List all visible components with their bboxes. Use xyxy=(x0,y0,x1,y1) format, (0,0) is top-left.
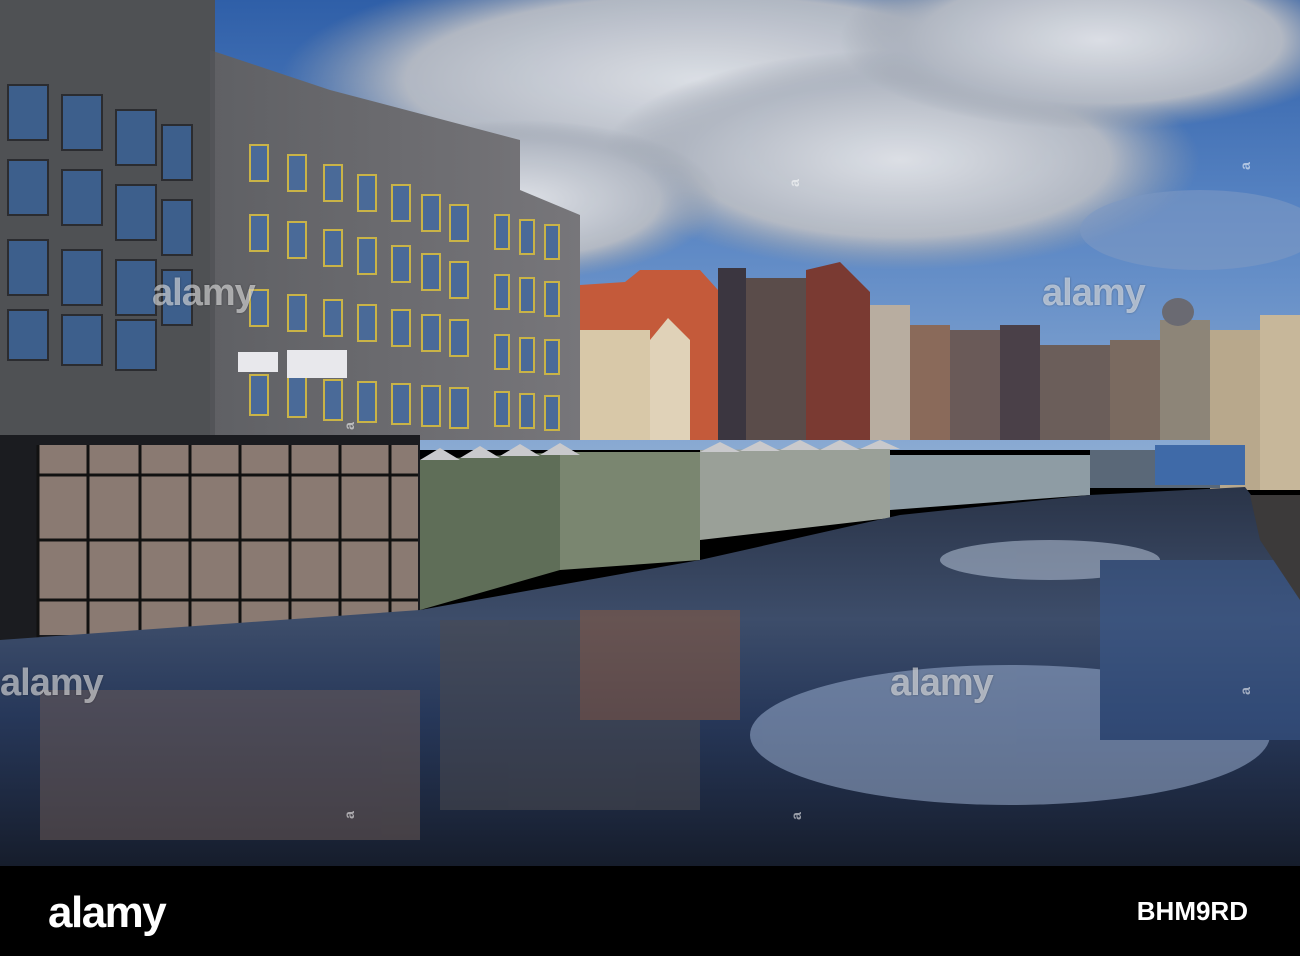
watermark-edge-5: a xyxy=(787,812,804,820)
footer-bar: alamy BHM9RD xyxy=(0,866,1300,956)
watermark-top-left: alamy xyxy=(152,272,256,314)
watermark-edge-3: a xyxy=(785,179,802,187)
watermark-edge-6: a xyxy=(340,811,357,819)
footer-logo: alamy xyxy=(48,888,167,937)
watermark-top-right: alamy xyxy=(1042,272,1146,314)
watermark-edge-2: a xyxy=(1236,687,1253,695)
watermark-bottom-left: alamy xyxy=(0,662,104,704)
watermark-edge-4: a xyxy=(340,422,357,430)
canal-photo xyxy=(0,0,1300,866)
watermark-edge-1: a xyxy=(1236,162,1253,170)
watermark-center: alamy xyxy=(890,662,994,704)
image-code: BHM9RD xyxy=(1136,896,1248,926)
